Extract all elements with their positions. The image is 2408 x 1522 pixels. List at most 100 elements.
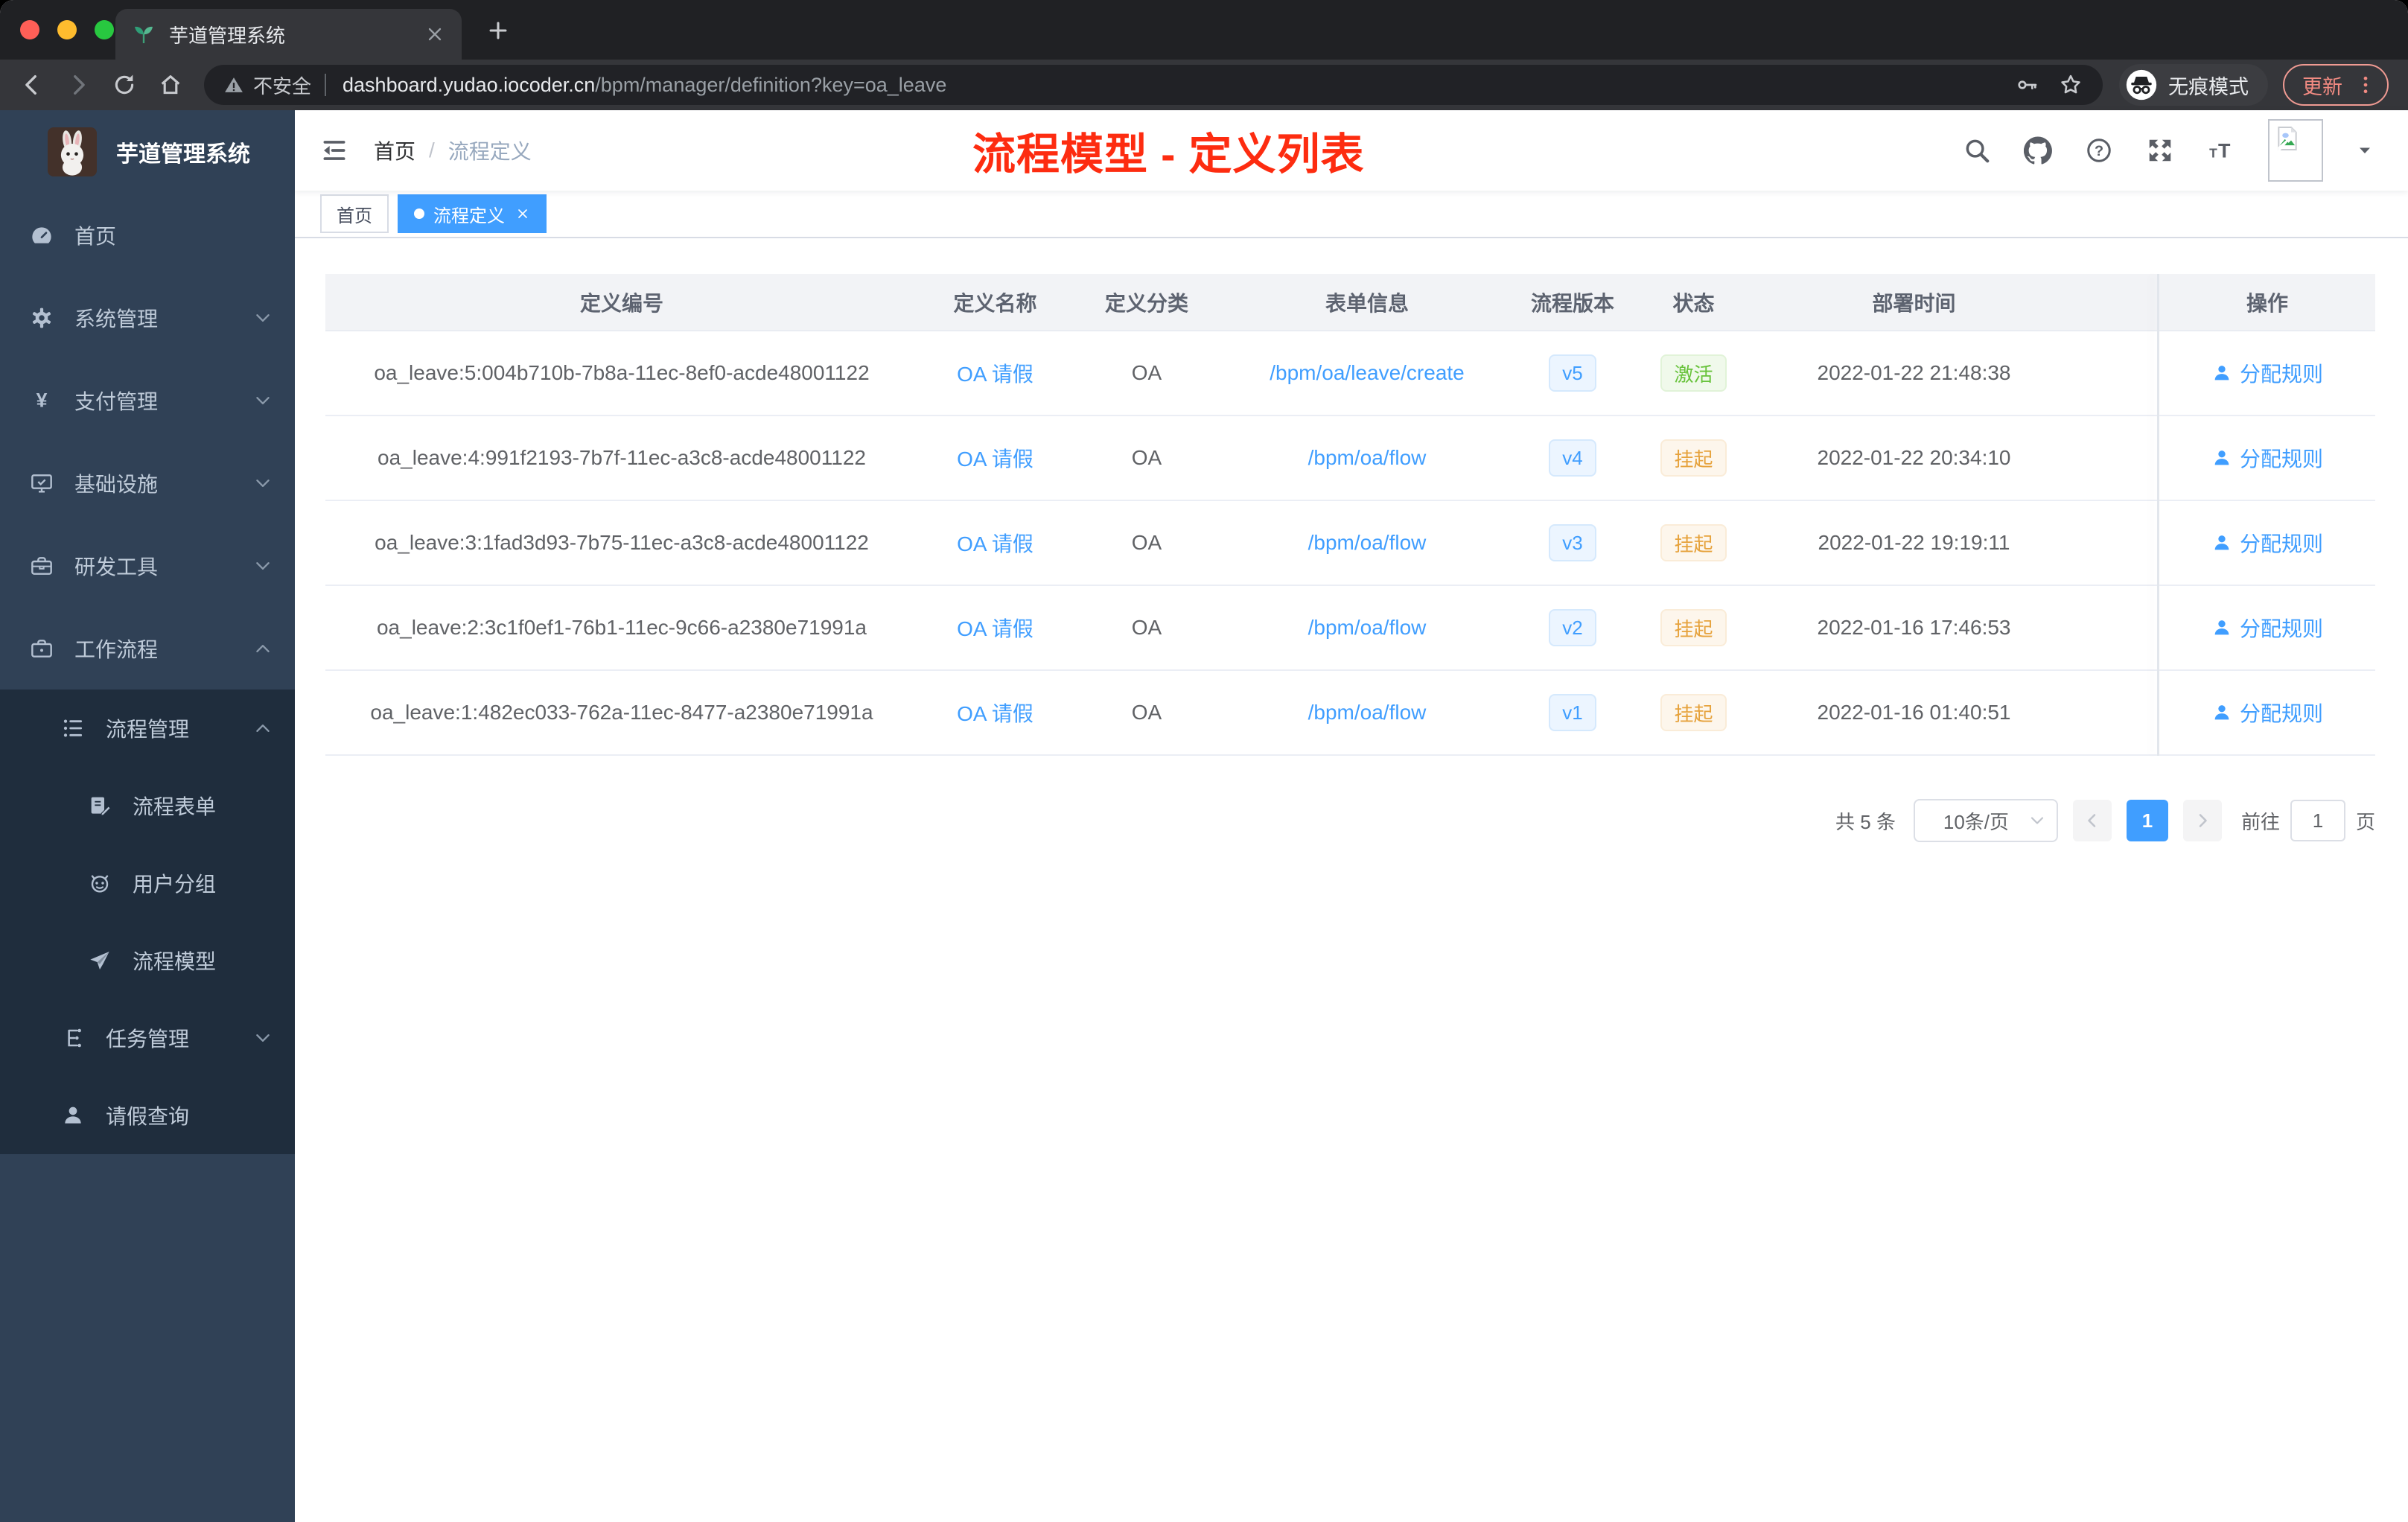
action-cell: 分配规则 [2159, 443, 2375, 474]
sidebar-item-home[interactable]: 首页 [0, 194, 295, 276]
definition-id-cell: oa_leave:4:991f2193-7b7f-11ec-a3c8-acde4… [378, 446, 866, 469]
definition-category-cell: OA [1131, 446, 1162, 469]
assign-rule-link[interactable]: 分配规则 [2211, 358, 2323, 388]
assign-rule-link[interactable]: 分配规则 [2211, 698, 2323, 727]
tab-close-icon[interactable] [424, 24, 445, 45]
browser-titlebar: 芋道管理系统 [0, 0, 2408, 60]
top-navbar: 首页 / 流程定义 流程模型 - 定义列表 ? TT [295, 110, 2408, 191]
status-tag: 挂起 [1660, 694, 1727, 731]
browser-tab[interactable]: 芋道管理系统 [115, 9, 462, 60]
sidebar-item-leave-query[interactable]: 请假查询 [0, 1077, 295, 1154]
browser-update-button[interactable]: 更新 [2283, 64, 2389, 106]
sidebar-item-infra[interactable]: 基础设施 [0, 442, 295, 524]
github-icon[interactable] [2024, 136, 2052, 165]
chevron-up-icon [253, 719, 273, 738]
home-icon[interactable] [158, 72, 183, 98]
table-row: oa_leave:5:004b710b-7b8a-11ec-8ef0-acde4… [325, 331, 2375, 416]
password-key-icon[interactable] [2015, 73, 2039, 97]
sidebar-item-label: 支付管理 [74, 389, 159, 413]
definition-name-cell: OA 请假 [918, 528, 1072, 558]
sidebar-item-payment[interactable]: ¥ 支付管理 [0, 359, 295, 442]
window-zoom-button[interactable] [95, 20, 114, 39]
pagination: 共 5 条 10条/页 1 前往 页 [325, 799, 2375, 842]
security-label: 不安全 [253, 74, 312, 98]
sidebar-item-system[interactable]: 系统管理 [0, 276, 295, 359]
yen-icon: ¥ [30, 389, 54, 413]
tag-item-1[interactable]: 首页 [320, 194, 389, 233]
table-row: oa_leave:3:1fad3d93-7b75-11ec-a3c8-acde4… [325, 501, 2375, 586]
url-text[interactable]: dashboard.yudao.iocoder.cn/bpm/manager/d… [343, 74, 2000, 97]
page-size-select[interactable]: 10条/页 [1913, 799, 2058, 842]
status-tag: 挂起 [1660, 524, 1727, 561]
definition-category-cell: OA [1131, 616, 1162, 639]
window-close-button[interactable] [20, 20, 39, 39]
robot-icon [88, 871, 112, 895]
tag-label: 流程定义 [433, 206, 505, 226]
forward-icon[interactable] [66, 72, 91, 98]
definition-name-link[interactable]: OA 请假 [957, 363, 1033, 386]
version-cell: v2 [1513, 609, 1632, 646]
goto-page-input[interactable] [2290, 800, 2345, 841]
action-cell: 分配规则 [2159, 613, 2375, 643]
avatar-dropdown-caret-icon[interactable] [2356, 141, 2374, 159]
briefcase-icon [30, 637, 54, 660]
page-content: 定义编号 定义名称 定义分类 表单信息 流程版本 状态 部署时间 操作 oa_leave:5:… [295, 238, 2408, 1522]
chevron-down-icon [253, 308, 273, 328]
active-dot [414, 208, 424, 219]
assign-user-icon [2211, 448, 2232, 468]
definition-name-link[interactable]: OA 请假 [957, 532, 1033, 555]
prev-page-button[interactable] [2072, 800, 2112, 841]
assign-rule-link[interactable]: 分配规则 [2211, 613, 2323, 643]
tag-close-icon[interactable] [515, 206, 530, 221]
url-host: dashboard.yudao.iocoder.cn [343, 73, 596, 96]
form-info-link[interactable]: /bpm/oa/flow [1308, 616, 1427, 639]
sidebar-logo[interactable]: 芋道管理系统 [0, 110, 295, 194]
form-info-link[interactable]: /bpm/oa/flow [1308, 701, 1427, 724]
breadcrumb-home[interactable]: 首页 [374, 136, 415, 165]
status-cell: 挂起 [1632, 439, 1755, 477]
tag-item-2[interactable]: 流程定义 [398, 194, 547, 233]
search-icon[interactable] [1963, 136, 1991, 165]
status-tag: 激活 [1660, 354, 1727, 392]
form-info-link[interactable]: /bpm/oa/flow [1308, 446, 1427, 469]
sidebar-fold-icon[interactable] [320, 136, 348, 165]
svg-text:T: T [2218, 140, 2231, 162]
dashboard-icon [30, 223, 54, 247]
new-tab-button[interactable] [485, 18, 511, 43]
not-secure-warning-icon[interactable] [223, 74, 244, 95]
sidebar-item-workflow[interactable]: 工作流程 [0, 607, 295, 690]
reload-icon[interactable] [112, 72, 137, 98]
table-header-row: 定义编号 定义名称 定义分类 表单信息 流程版本 状态 部署时间 操作 [325, 274, 2375, 331]
sidebar-item-label: 用户分组 [133, 873, 217, 896]
tags-view-bar: 首页 流程定义 [295, 191, 2408, 238]
tab-title: 芋道管理系统 [169, 24, 286, 47]
address-bar[interactable]: 不安全 dashboard.yudao.iocoder.cn/bpm/manag… [204, 65, 2103, 105]
definition-name-link[interactable]: OA 请假 [957, 617, 1033, 640]
sidebar-item-user-group[interactable]: 用户分组 [0, 844, 295, 922]
column-header: 状态 [1672, 291, 1715, 315]
sidebar-item-process-model[interactable]: 流程模型 [0, 922, 295, 999]
sidebar-item-label: 流程表单 [133, 795, 217, 818]
fullscreen-icon[interactable] [2146, 136, 2174, 165]
browser-menu-icon[interactable] [2354, 74, 2377, 96]
page-unit-label: 页 [2355, 810, 2375, 833]
user-avatar[interactable] [2268, 119, 2323, 182]
form-info-link[interactable]: /bpm/oa/leave/create [1270, 361, 1465, 384]
assign-rule-link[interactable]: 分配规则 [2211, 443, 2323, 473]
current-page-button[interactable]: 1 [2126, 800, 2168, 841]
form-info-link[interactable]: /bpm/oa/flow [1308, 531, 1427, 554]
window-minimize-button[interactable] [57, 20, 77, 39]
sidebar-item-devtools[interactable]: 研发工具 [0, 524, 295, 607]
sidebar-item-task-manage[interactable]: 任务管理 [0, 999, 295, 1077]
sidebar-item-process-form[interactable]: 流程表单 [0, 767, 295, 844]
tag-label: 首页 [337, 206, 372, 226]
sidebar-item-process-manage[interactable]: 流程管理 [0, 690, 295, 767]
definition-name-link[interactable]: OA 请假 [957, 702, 1033, 725]
font-size-icon[interactable]: TT [2207, 136, 2235, 165]
definition-name-link[interactable]: OA 请假 [957, 448, 1033, 471]
assign-rule-link[interactable]: 分配规则 [2211, 528, 2323, 558]
help-icon[interactable]: ? [2085, 136, 2113, 165]
back-icon[interactable] [19, 72, 45, 98]
next-page-button[interactable] [2182, 800, 2222, 841]
bookmark-star-icon[interactable] [2058, 72, 2083, 98]
